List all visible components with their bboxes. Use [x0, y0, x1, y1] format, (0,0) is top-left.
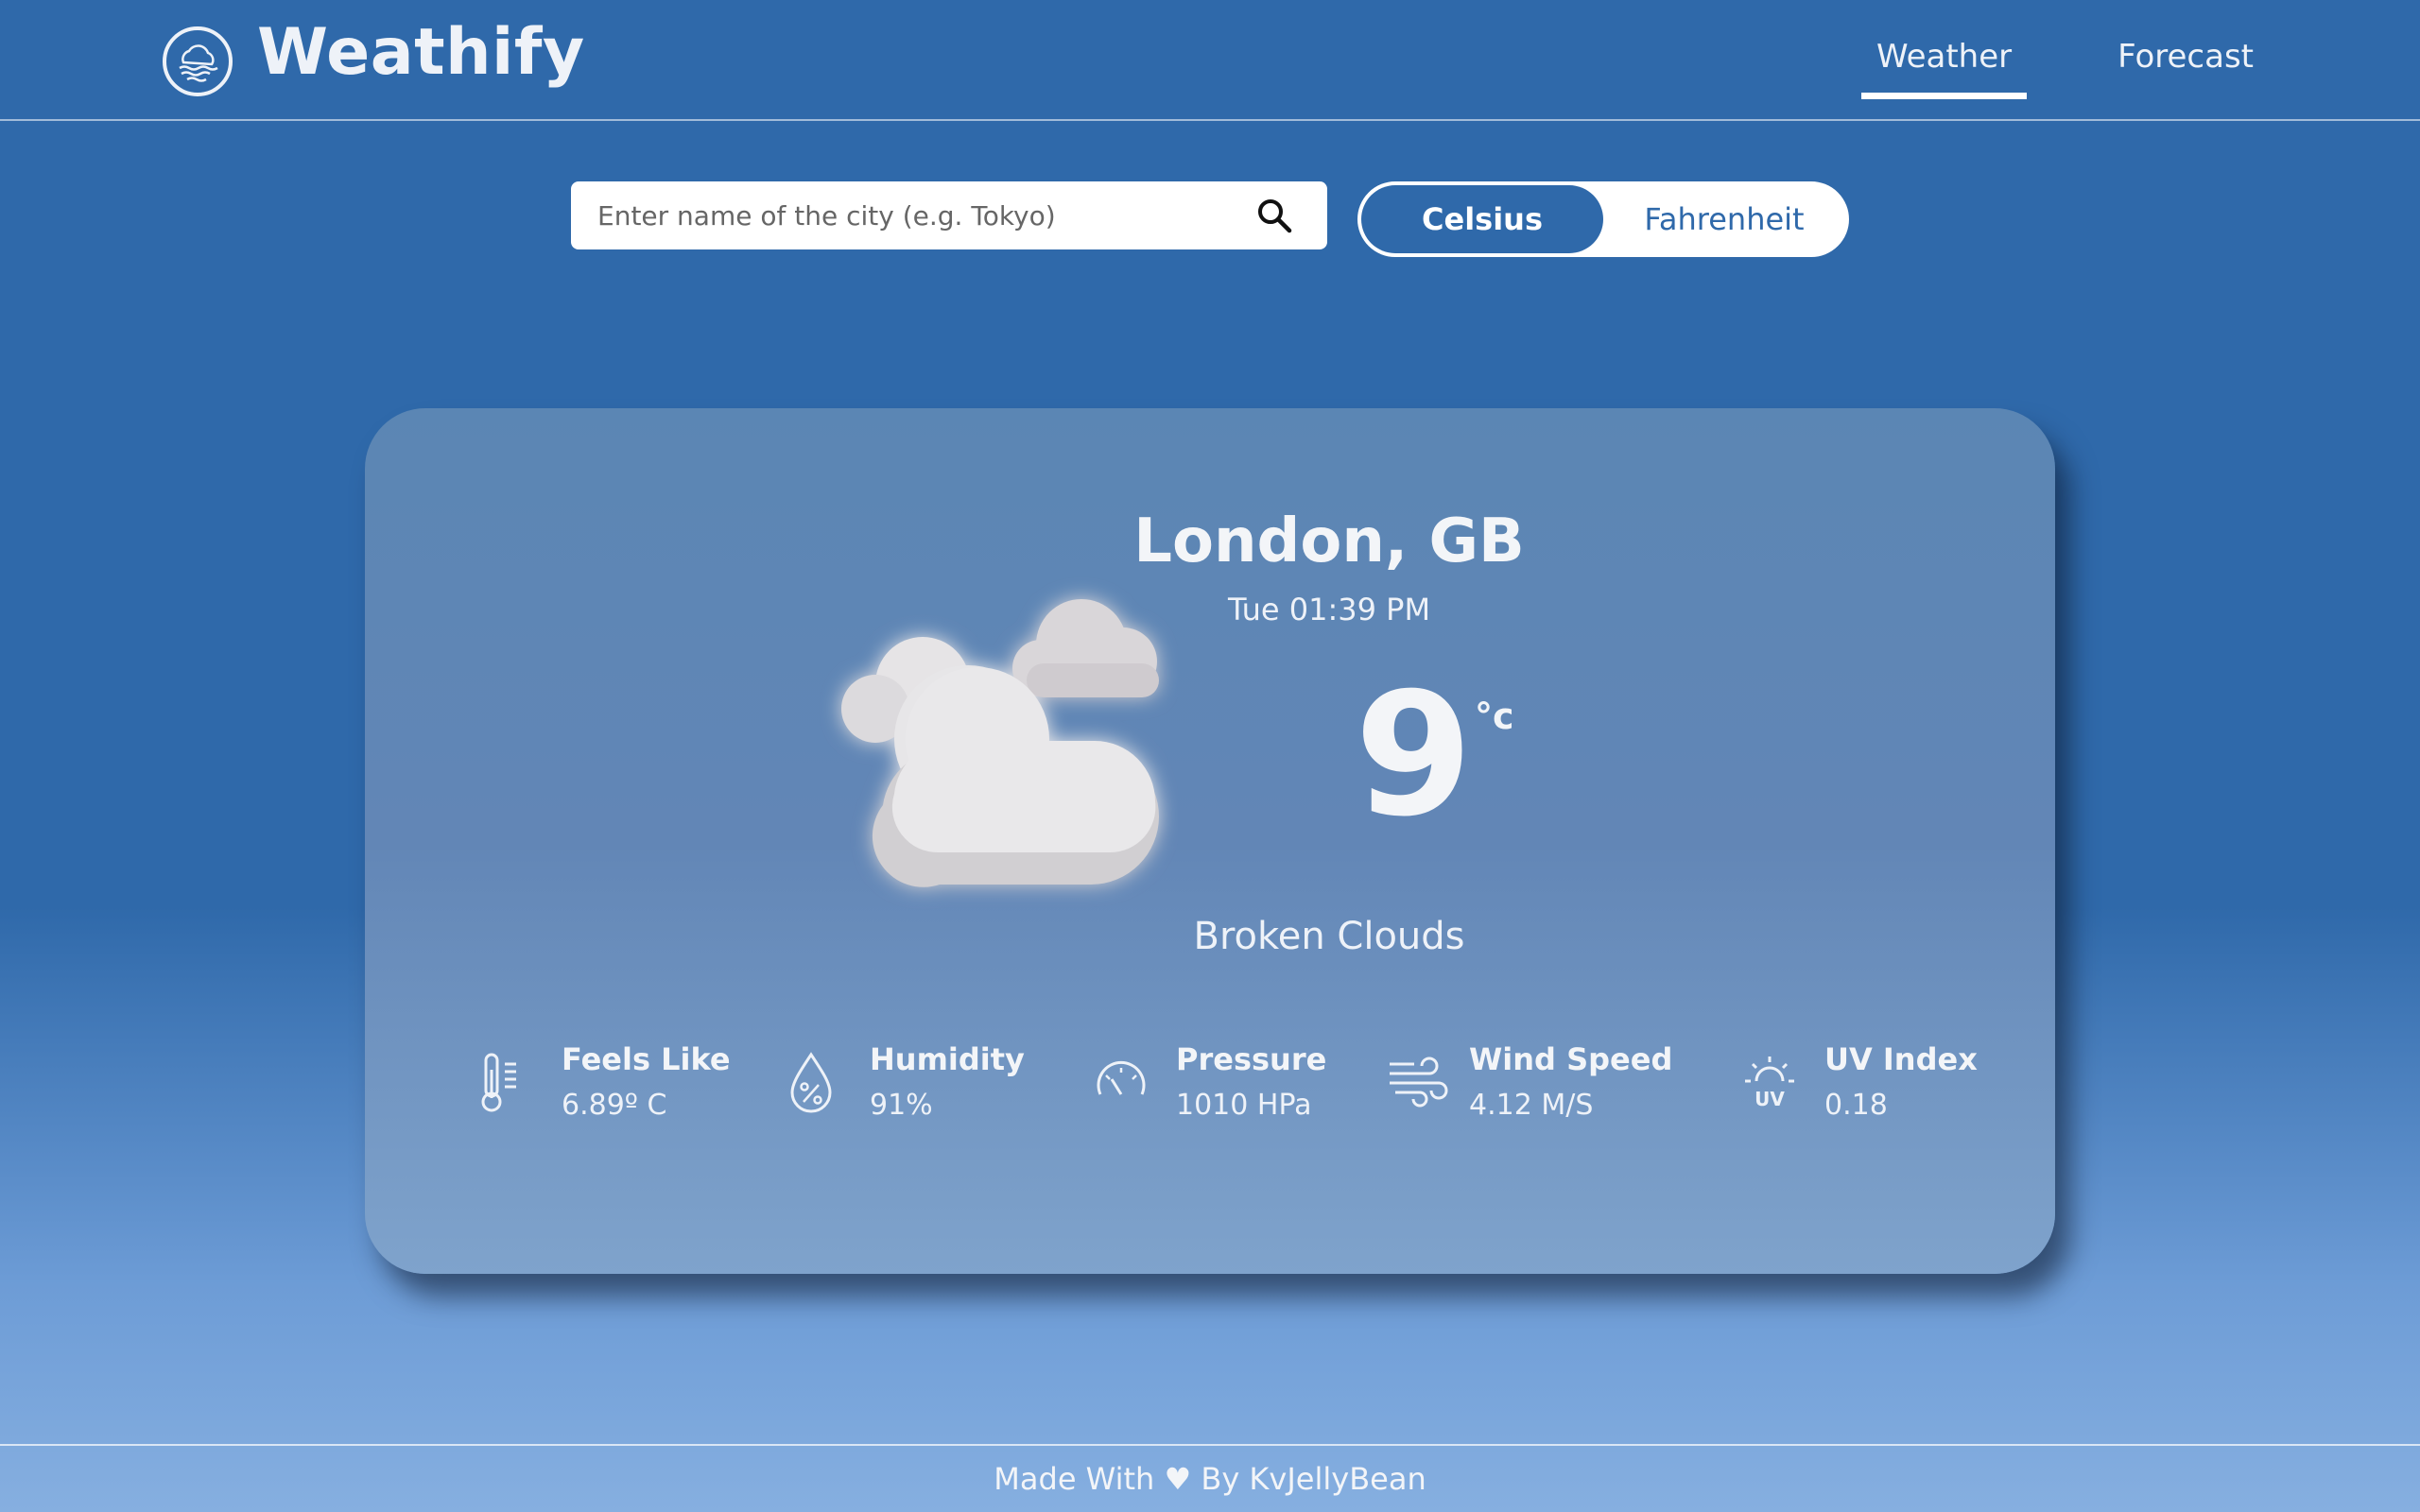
- celsius-button[interactable]: Celsius: [1361, 185, 1603, 253]
- temperature-unit: °c: [1475, 696, 1514, 737]
- stat-label: Pressure: [1176, 1041, 1327, 1077]
- city-search-input[interactable]: [597, 181, 1240, 249]
- app-title: Weathify: [257, 15, 585, 90]
- search-icon[interactable]: [1255, 197, 1293, 234]
- stat-value: 0.18: [1824, 1089, 1888, 1122]
- main-nav: Weather Forecast: [1860, 38, 2269, 99]
- logo-icon: [163, 26, 233, 96]
- broken-clouds-icon: [781, 541, 1178, 937]
- temperature-value: 9: [1354, 657, 1473, 854]
- pressure-gauge-icon: [1093, 1051, 1150, 1113]
- stat-label: Wind Speed: [1469, 1041, 1673, 1077]
- unit-toggle: Celsius Fahrenheit: [1357, 181, 1849, 257]
- fahrenheit-button[interactable]: Fahrenheit: [1603, 185, 1845, 253]
- uv-index-icon: UV: [1741, 1051, 1798, 1113]
- stat-label: Feels Like: [562, 1041, 731, 1077]
- stat-value: 91%: [870, 1089, 933, 1122]
- stat-label: Humidity: [870, 1041, 1025, 1077]
- stat-value: 1010 HPa: [1176, 1089, 1312, 1122]
- stat-label: UV Index: [1824, 1041, 1978, 1077]
- nav-weather[interactable]: Weather: [1860, 38, 2028, 99]
- thermometer-icon: [478, 1051, 535, 1113]
- stat-value: 6.89º C: [562, 1089, 667, 1122]
- humidity-icon: [786, 1051, 843, 1113]
- location-name: London, GB: [1133, 507, 1525, 576]
- weather-description: Broken Clouds: [1193, 915, 1465, 958]
- stat-value: 4.12 M/S: [1469, 1089, 1594, 1122]
- footer: Made With ♥ By KvJellyBean: [0, 1444, 2420, 1512]
- footer-credit: Made With ♥ By KvJellyBean: [994, 1461, 1426, 1497]
- local-datetime: Tue 01:39 PM: [1227, 592, 1431, 627]
- weather-card: London, GB Tue 01:39 PM 9 °c Broken Clou…: [365, 408, 2055, 1274]
- nav-forecast[interactable]: Forecast: [2102, 38, 2269, 99]
- temperature-display: 9 °c: [1132, 662, 1526, 850]
- search-box: [571, 181, 1327, 249]
- app-header: Weathify Weather Forecast: [0, 0, 2420, 121]
- wind-icon: [1386, 1051, 1448, 1113]
- svg-text:UV: UV: [1754, 1088, 1785, 1110]
- weather-stats: Feels Like 6.89º C Humidity 91% Pressure…: [365, 1030, 2055, 1143]
